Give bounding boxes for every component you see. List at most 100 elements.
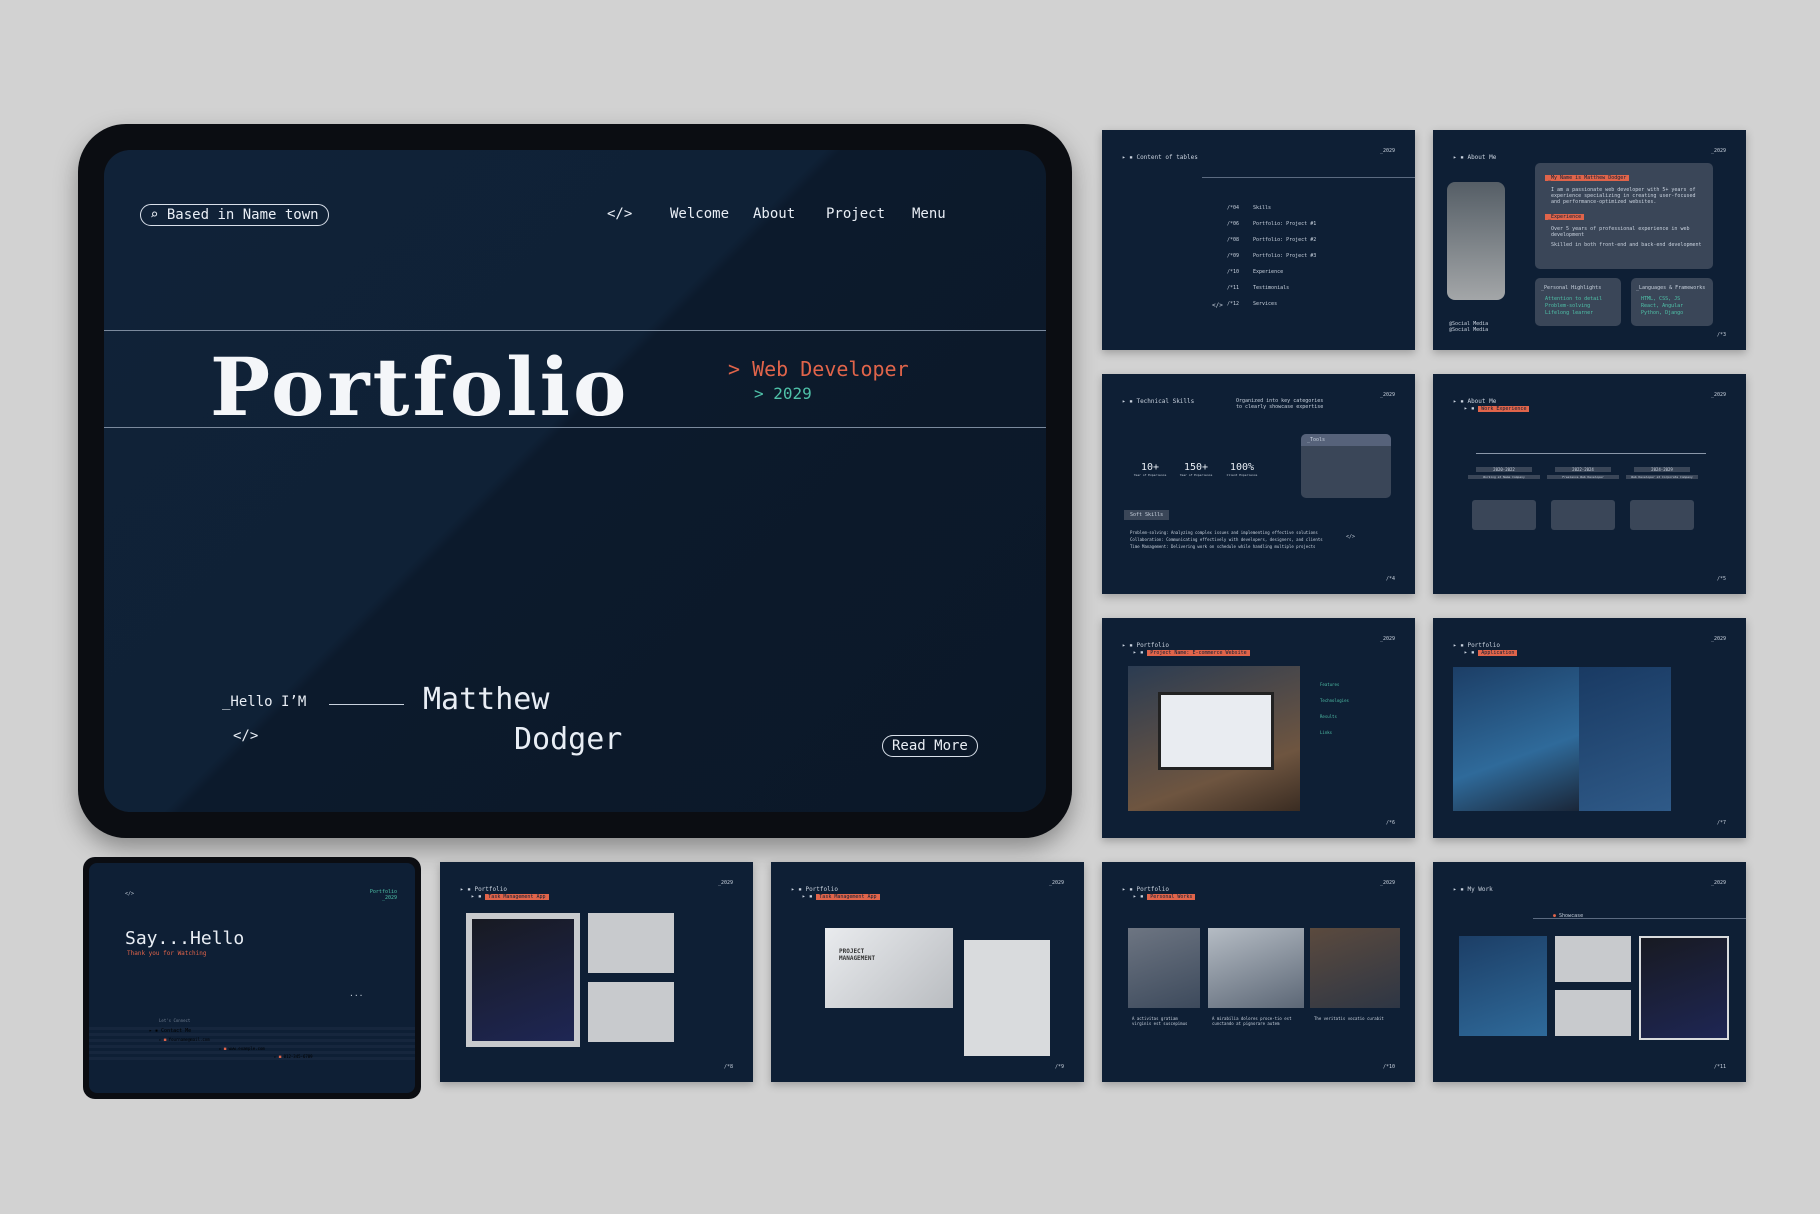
contact-header: Portfolio _2029: [369, 889, 397, 901]
main-tablet: ⌕ Based in Name town </> Welcome About P…: [78, 124, 1072, 838]
project4-crumb: ▸ ▪ Portfolio ▸ ▪ Task Management App: [791, 886, 880, 900]
slide-year: _2029: [1710, 148, 1726, 154]
location-pill[interactable]: ⌕ Based in Name town: [140, 204, 329, 226]
code-icon: </>: [233, 728, 259, 744]
tools-title: _Tools: [1307, 437, 1326, 443]
toc-item[interactable]: /*04 Skills: [1227, 205, 1271, 211]
project4-slide: ▸ ▪ Portfolio ▸ ▪ Task Management App _2…: [771, 862, 1084, 1082]
page-number: /*3: [1716, 332, 1726, 338]
project5-slide: ▸ ▪ Portfolio ▸ ▪ Personal Works _2029 A…: [1102, 862, 1415, 1082]
soft-skills-title: Soft Skills: [1124, 510, 1170, 520]
code-icon: </>: [607, 206, 633, 222]
read-more-button[interactable]: Read More: [882, 735, 978, 757]
mywork-image-4: [1639, 936, 1729, 1040]
showcase-label: ● Showcase: [1553, 913, 1584, 919]
project-section-title: Links: [1320, 730, 1333, 735]
social-links[interactable]: @Social Media @Social Media: [1449, 321, 1488, 333]
contact-tablet: </> Portfolio _2029 Say...Hello Thank you…: [83, 857, 421, 1099]
toc-item[interactable]: /*09 Portfolio: Project #3: [1227, 253, 1316, 259]
project2-image-phone: [1453, 667, 1579, 811]
toc-line: [1202, 177, 1415, 178]
contact-email[interactable]: ▸ ■ Yourname@mail.com: [159, 1037, 210, 1042]
role-text: > Web Developer: [728, 357, 909, 381]
page-number: /*7: [1716, 820, 1726, 826]
about-slide: ▸ ▪ About Me _2029 _My Name is Matthew D…: [1433, 130, 1746, 350]
timeline-card: [1472, 500, 1536, 530]
frameworks-box: _Languages & Frameworks HTML, CSS, JS Rea…: [1631, 278, 1713, 326]
project4-image: PROJECT MANAGEMENT: [825, 928, 953, 1008]
mywork-crumb: ▸ ▪ My Work: [1453, 886, 1493, 893]
project2-slide: ▸ ▪ Portfolio ▸ ▪ Application _2029 /*7: [1433, 618, 1746, 838]
page-number: /*11: [1713, 1064, 1726, 1070]
hello-line: [329, 704, 404, 705]
timeline-year: 2020-2022: [1476, 467, 1532, 472]
soft-skills-list: Problem-solving: Analyzing complex issue…: [1130, 529, 1323, 550]
project1-slide: ▸ ▪ Portfolio ▸ ▪ Project Name: E-commer…: [1102, 618, 1415, 838]
page-number: /*5: [1716, 576, 1726, 582]
year-text: > 2029: [754, 384, 812, 403]
about-name-tag: _My Name is Matthew Dodger: [1545, 175, 1630, 181]
project-section-title: Features: [1320, 682, 1340, 687]
soft-skill-item: Collaboration: Communicating effectively…: [1130, 537, 1323, 542]
slide-year: _2029: [1379, 880, 1395, 886]
slide-year: _2029: [1710, 392, 1726, 398]
lets-connect: Let's Connect: [159, 1018, 191, 1023]
timeline-card: [1630, 500, 1694, 530]
caption-1: A activitas gratiam virginis est suscepi…: [1132, 1016, 1188, 1026]
last-name: Dodger: [514, 722, 623, 757]
caption-2: A mirabilia dolores proce-tio est cuncta…: [1212, 1016, 1292, 1026]
project4-image-2: [964, 940, 1050, 1056]
project3-crumb: ▸ ▪ Portfolio ▸ ▪ Task Management App: [460, 886, 549, 900]
about-crumb: ▸ ▪ About Me: [1453, 154, 1497, 161]
experience-text: Over 5 years of professional experience …: [1551, 226, 1690, 238]
page-number: /*9: [1054, 1064, 1064, 1070]
project3-image-2: [588, 913, 674, 973]
page-number: /*6: [1385, 820, 1395, 826]
timeline-year: 2022-2024: [1555, 467, 1611, 472]
project-section-title: Technologies: [1320, 698, 1349, 703]
project5-crumb: ▸ ▪ Portfolio ▸ ▪ Personal Works: [1122, 886, 1196, 900]
code-icon: </>: [1346, 534, 1356, 540]
nav-menu[interactable]: Menu: [912, 206, 946, 222]
project3-image-3: [588, 982, 674, 1042]
project5-image-3: [1310, 928, 1400, 1008]
slide-year: _2029: [1710, 636, 1726, 642]
slide-year: _2029: [1048, 880, 1064, 886]
first-name: Matthew: [423, 682, 550, 717]
toc-item[interactable]: /*08 Portfolio: Project #2: [1227, 237, 1316, 243]
project5-image-1: [1128, 928, 1200, 1008]
mywork-image-1: [1459, 936, 1547, 1036]
project4-header: PROJECT MANAGEMENT: [839, 948, 876, 962]
contact-web[interactable]: ▸ ■ www.example.com: [219, 1046, 265, 1051]
experience-text-2: Skilled in both front-end and back-end d…: [1551, 242, 1702, 248]
about-text: I am a passionate web developer with 5+ …: [1551, 187, 1696, 205]
contact-phone[interactable]: ▸ ■ 012-345-6789: [274, 1054, 313, 1059]
contact-stripes: [89, 1027, 415, 1063]
page-number: /*10: [1382, 1064, 1395, 1070]
timeline-card: [1551, 500, 1615, 530]
mywork-image-2: [1555, 936, 1631, 982]
project3-main-image: [466, 913, 580, 1047]
skills-crumb: ▸ ▪ Technical Skills: [1122, 398, 1195, 405]
location-text: Based in Name town: [166, 207, 319, 223]
slide-year: _2029: [1710, 880, 1726, 886]
toc-item[interactable]: /*06 Portfolio: Project #1: [1227, 221, 1316, 227]
skills-slide: ▸ ▪ Technical Skills _2029 Organized int…: [1102, 374, 1415, 594]
toc-crumb: ▸ ▪ Content of tables: [1122, 154, 1198, 161]
code-icon: </>: [1212, 302, 1223, 309]
stat-item: 10+ Year of Experience: [1133, 462, 1167, 477]
search-icon: ⌕: [150, 207, 159, 223]
nav-project[interactable]: Project: [826, 206, 885, 222]
frameworks-list: HTML, CSS, JS React, Angular Python, Djang…: [1641, 296, 1684, 316]
more-icon[interactable]: ...: [349, 989, 363, 998]
contact-me: ▸ ▪ Contact Me: [149, 1028, 192, 1034]
nav-about[interactable]: About: [753, 206, 795, 222]
project1-image: [1128, 666, 1300, 811]
nav-welcome[interactable]: Welcome: [670, 206, 729, 222]
toc-item[interactable]: /*12 Services: [1227, 301, 1277, 307]
project2-crumb: ▸ ▪ Portfolio ▸ ▪ Application: [1453, 642, 1518, 656]
timeline-year: 2024-2029: [1634, 467, 1690, 472]
toc-item[interactable]: /*11 Testimonials: [1227, 285, 1289, 291]
slide-year: _2029: [1379, 392, 1395, 398]
toc-item[interactable]: /*10 Experience: [1227, 269, 1283, 275]
